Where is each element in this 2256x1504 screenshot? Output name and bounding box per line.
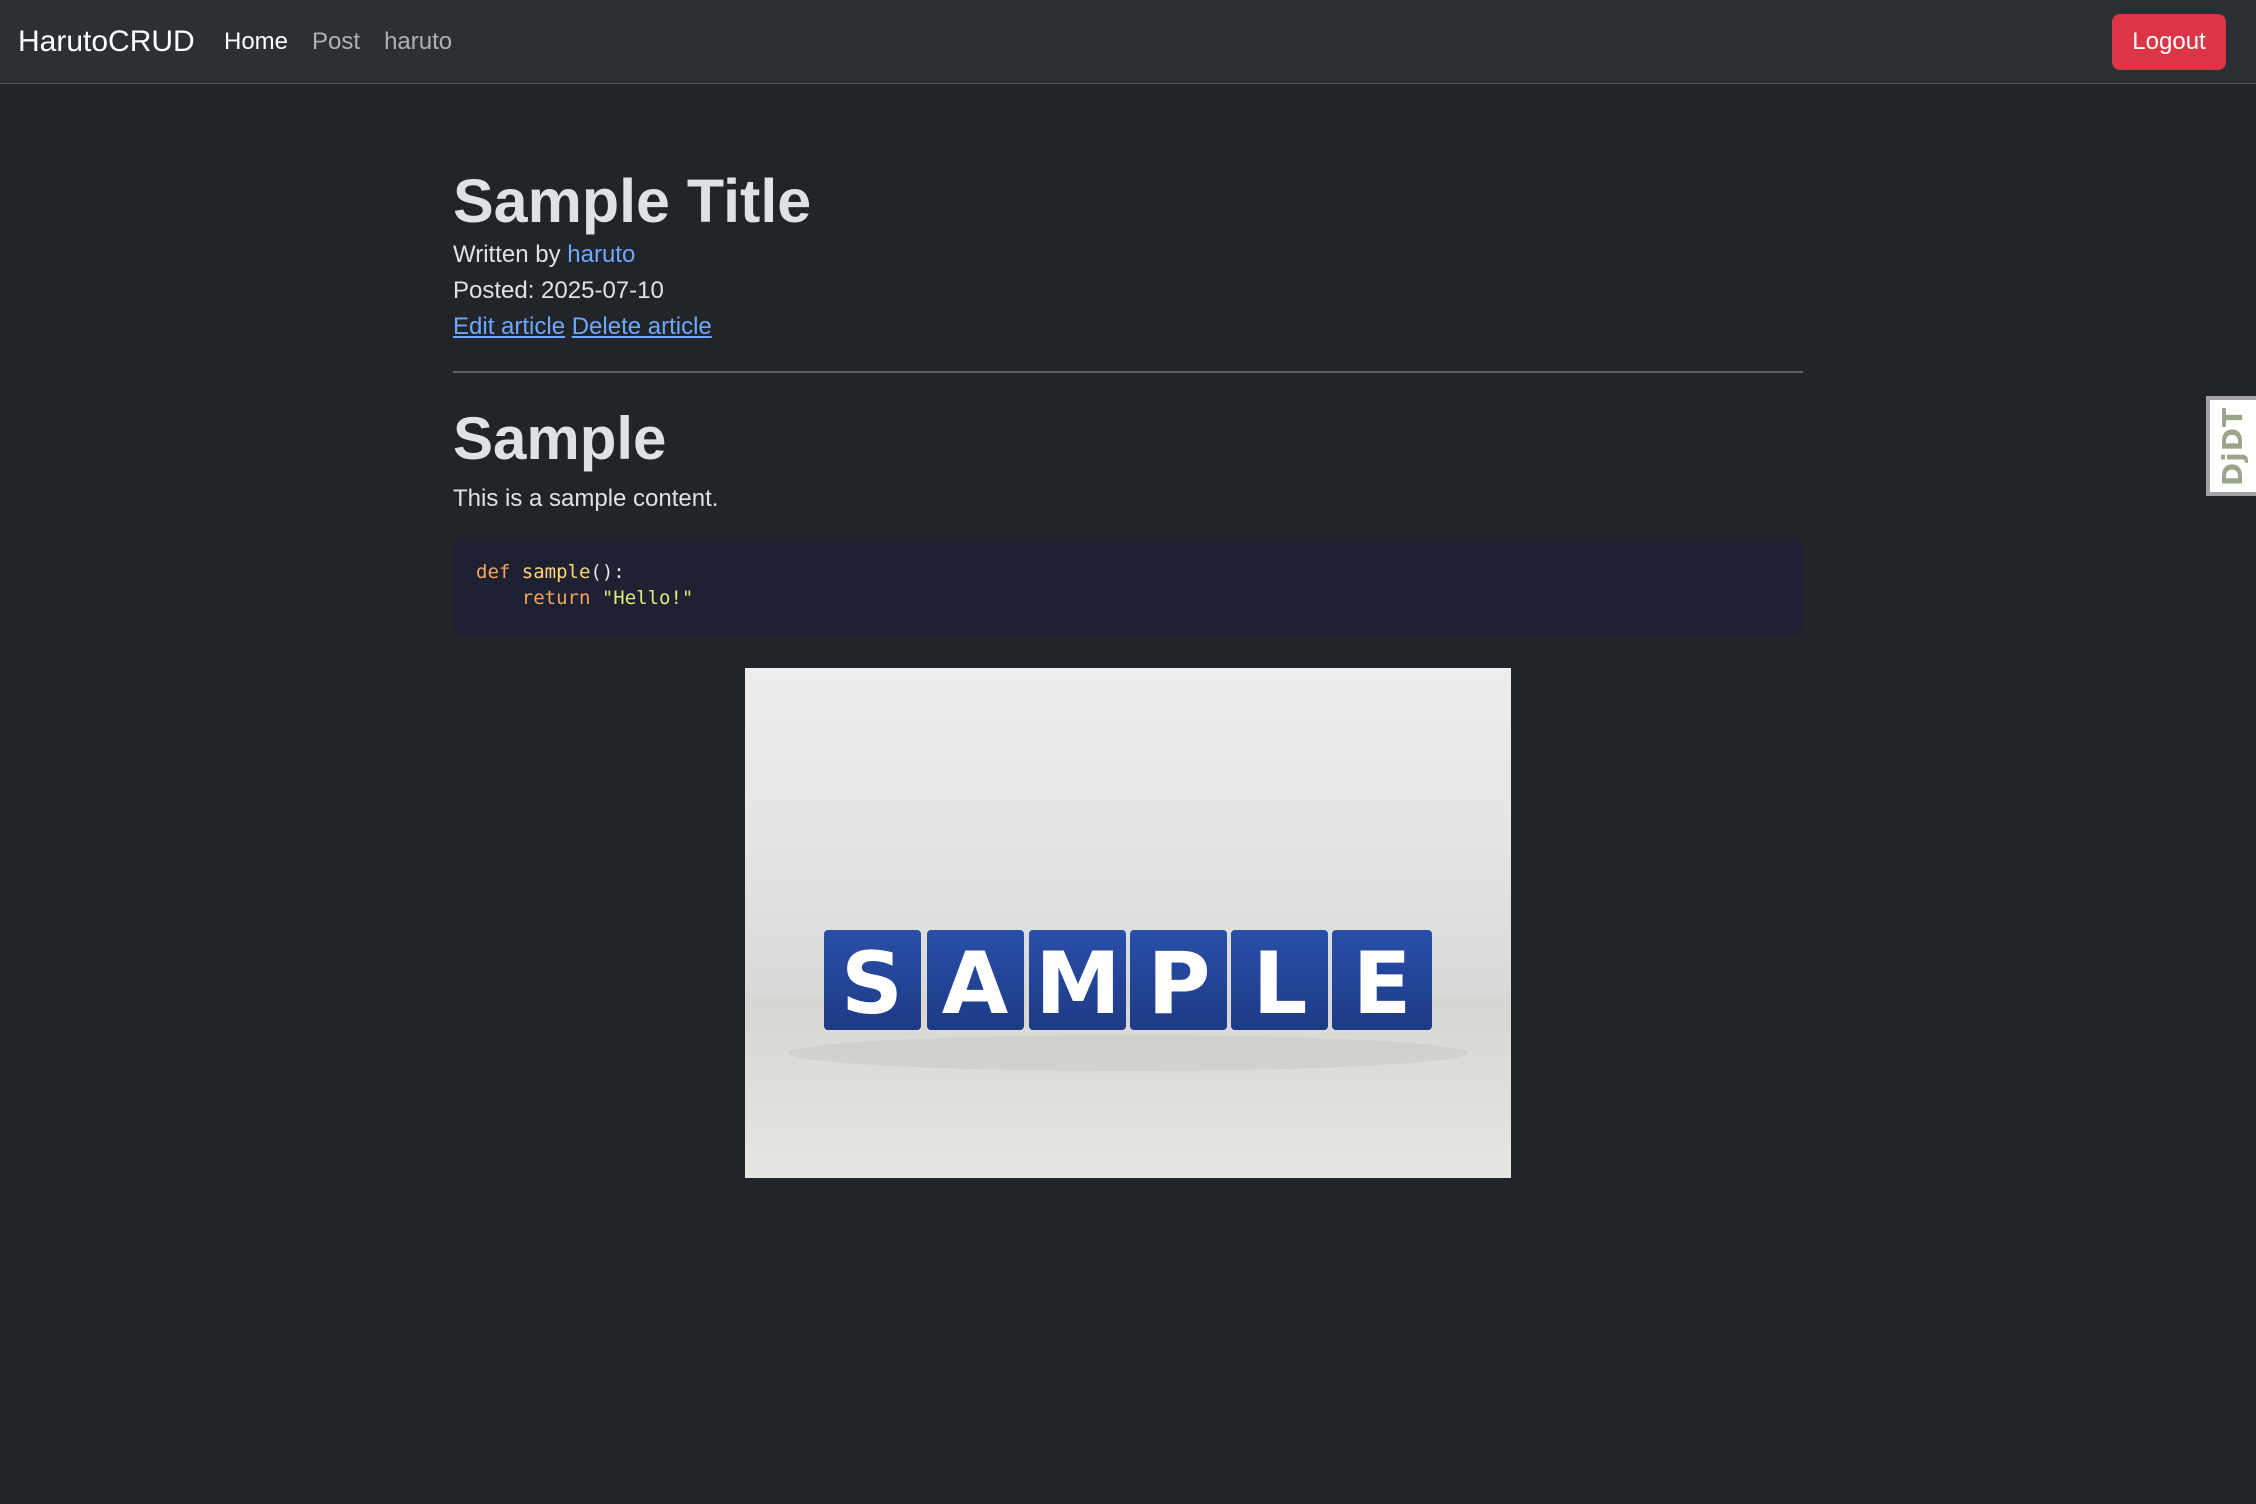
- edit-article-link[interactable]: Edit article: [453, 313, 565, 340]
- nav-post-link[interactable]: Post: [312, 22, 360, 62]
- content-heading: Sample: [453, 405, 667, 472]
- author-link[interactable]: haruto: [567, 241, 635, 268]
- code-string: "Hello!": [601, 587, 694, 609]
- nav-links: Home Post haruto: [224, 22, 476, 62]
- article-container: Sample Title Written by haruto Posted: 2…: [453, 84, 1803, 1178]
- logout-button[interactable]: Logout: [2112, 14, 2226, 70]
- article-actions: Edit article Delete article: [453, 309, 1803, 345]
- written-by-label: Written by: [453, 241, 568, 268]
- debug-toolbar-handle[interactable]: DjDT: [2206, 396, 2256, 496]
- sample-blocks-image: S A M P L E: [745, 668, 1511, 1178]
- debug-toolbar-label: DjDT: [2216, 406, 2250, 486]
- code-keyword-return: return: [521, 587, 591, 609]
- article-title: Sample Title: [453, 167, 812, 235]
- article-image: S A M P L E: [745, 668, 1511, 1178]
- article-posted-date: Posted: 2025-07-10: [453, 277, 664, 304]
- content-paragraph: This is a sample content.: [453, 485, 719, 512]
- svg-text:A: A: [942, 934, 1009, 1034]
- code-punctuation: ():: [590, 561, 625, 583]
- divider: [453, 371, 1803, 373]
- brand-logo[interactable]: HarutoCRUD: [18, 22, 195, 62]
- code-block: def sample(): return "Hello!": [453, 539, 1803, 636]
- code-keyword-def: def: [476, 561, 511, 583]
- article-author-line: Written by haruto: [453, 237, 1803, 273]
- svg-text:L: L: [1253, 934, 1308, 1034]
- svg-text:M: M: [1035, 934, 1121, 1034]
- svg-text:P: P: [1147, 934, 1210, 1034]
- code-function-name: sample: [521, 561, 591, 583]
- delete-article-link[interactable]: Delete article: [572, 313, 712, 340]
- svg-text:S: S: [841, 934, 903, 1034]
- nav-user-link[interactable]: haruto: [384, 22, 452, 62]
- nav-home-link[interactable]: Home: [224, 22, 288, 62]
- top-navbar: HarutoCRUD Home Post haruto Logout: [0, 0, 2256, 84]
- svg-text:E: E: [1353, 934, 1412, 1034]
